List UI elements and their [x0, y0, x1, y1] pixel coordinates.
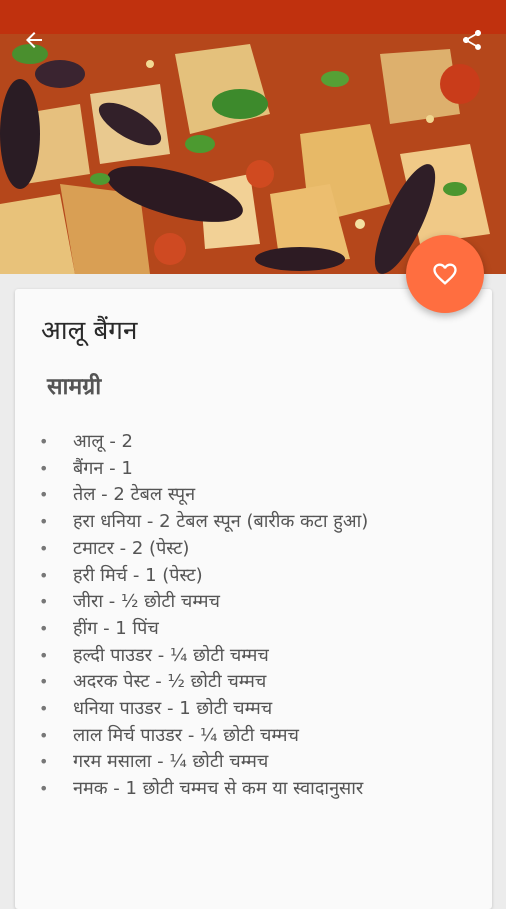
ingredients-heading: सामग्री [47, 374, 102, 400]
list-item: हरा धनिया - 2 टेबल स्पून (बारीक कटा हुआ) [39, 509, 368, 536]
favorite-button[interactable] [406, 235, 484, 313]
heart-outline-icon [433, 263, 457, 285]
recipe-card: आलू बैंगन सामग्री आलू - 2 बैंगन - 1 तेल … [15, 289, 492, 909]
list-item: हरी मिर्च - 1 (पेस्ट) [39, 563, 368, 590]
list-item: आलू - 2 [39, 429, 368, 456]
list-item: तेल - 2 टेबल स्पून [39, 482, 368, 509]
list-item: धनिया पाउडर - 1 छोटी चम्मच [39, 696, 368, 723]
share-icon [463, 30, 481, 50]
arrow-left-icon [26, 32, 42, 48]
list-item: लाल मिर्च पाउडर - ¼ छोटी चम्मच [39, 723, 368, 750]
list-item: बैंगन - 1 [39, 456, 368, 483]
list-item: हल्दी पाउडर - ¼ छोटी चम्मच [39, 643, 368, 670]
list-item: टमाटर - 2 (पेस्ट) [39, 536, 368, 563]
status-bar [0, 0, 506, 34]
share-button[interactable] [448, 16, 496, 64]
list-item: जीरा - ½ छोटी चम्मच [39, 589, 368, 616]
list-item: नमक - 1 छोटी चम्मच से कम या स्वादानुसार [39, 776, 368, 803]
list-item: अदरक पेस्ट - ½ छोटी चम्मच [39, 669, 368, 696]
back-button[interactable] [10, 16, 58, 64]
list-item: हींग - 1 पिंच [39, 616, 368, 643]
recipe-title: आलू बैंगन [41, 316, 138, 346]
ingredients-list: आलू - 2 बैंगन - 1 तेल - 2 टेबल स्पून हरा… [39, 429, 368, 803]
list-item: गरम मसाला - ¼ छोटी चम्मच [39, 749, 368, 776]
